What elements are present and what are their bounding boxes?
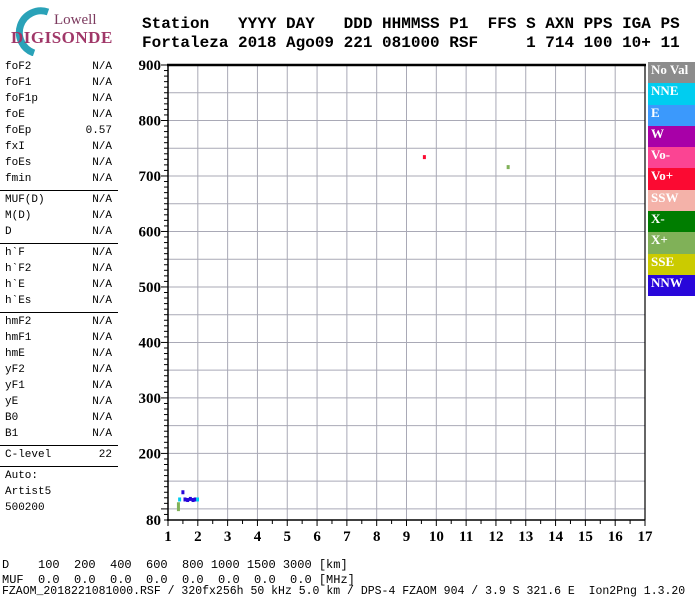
y-axis-label: 700 — [139, 169, 162, 185]
echo-point — [188, 496, 192, 501]
x-axis-label: 11 — [459, 529, 473, 545]
legend-item-x+: X+ — [648, 232, 695, 254]
y-axis-label: 500 — [139, 280, 162, 296]
x-axis-label: 16 — [608, 529, 624, 545]
legend-item-nnw: NNW — [648, 274, 695, 297]
x-axis-label: 1 — [164, 529, 172, 545]
x-axis-label: 8 — [373, 529, 381, 545]
file-status-line: FZAOM_2018221081000.RSF / 320fx256h 50 k… — [2, 585, 686, 598]
ionogram-plot: 900800700600500400300200801 2 3 4 5 6 7 8 9 10 11 1… — [139, 58, 654, 545]
status-color-legend: No Val NNE E W Vo- Vo+ SSW X- X+ SSE NNW — [648, 62, 695, 297]
y-axis-label: 900 — [139, 58, 162, 74]
legend-item-nne: NNE — [648, 83, 695, 105]
echo-segment — [176, 502, 180, 512]
legend-item-vo-: Vo- — [648, 147, 695, 169]
legend-item-noval: No Val — [648, 62, 695, 84]
x-axis-label: 13 — [518, 529, 533, 545]
x-axis-label: 14 — [548, 529, 564, 545]
distance-row: D 100 200 400 600 800 1000 1500 3000 [km… — [2, 558, 348, 572]
legend-item-x-: X- — [648, 211, 695, 233]
y-axis-label: 600 — [139, 224, 162, 240]
x-axis-label: 4 — [254, 529, 262, 545]
y-axis-label: 400 — [139, 335, 162, 351]
x-axis-label: 6 — [313, 529, 321, 545]
y-axis-label: 300 — [139, 391, 162, 407]
x-axis-label: 12 — [488, 529, 503, 545]
x-axis-label: 5 — [284, 529, 292, 545]
legend-item-w: W — [648, 125, 695, 148]
echo-point — [186, 498, 190, 503]
x-axis-label: 9 — [403, 529, 411, 545]
x-axis-label: 7 — [343, 529, 351, 545]
echo-point — [506, 165, 510, 170]
x-axis-label: 3 — [224, 529, 232, 545]
x-axis-label: 15 — [578, 529, 593, 545]
legend-item-e: E — [648, 104, 695, 126]
y-axis-label: 800 — [139, 113, 162, 129]
y-axis-label: 200 — [139, 446, 162, 462]
x-axis-label: 2 — [194, 529, 202, 545]
echo-point — [422, 155, 426, 160]
y-axis-label: 80 — [146, 513, 161, 529]
echo-point — [196, 497, 200, 502]
legend-item-sse: SSE — [648, 253, 695, 275]
legend-item-ssw: SSW — [648, 189, 695, 212]
echo-point — [181, 490, 185, 495]
x-axis-label: 10 — [429, 529, 444, 545]
x-axis-label: 17 — [638, 529, 654, 545]
echo-point — [178, 497, 182, 502]
legend-item-vo+: Vo+ — [648, 168, 695, 190]
echo-point — [183, 497, 187, 502]
